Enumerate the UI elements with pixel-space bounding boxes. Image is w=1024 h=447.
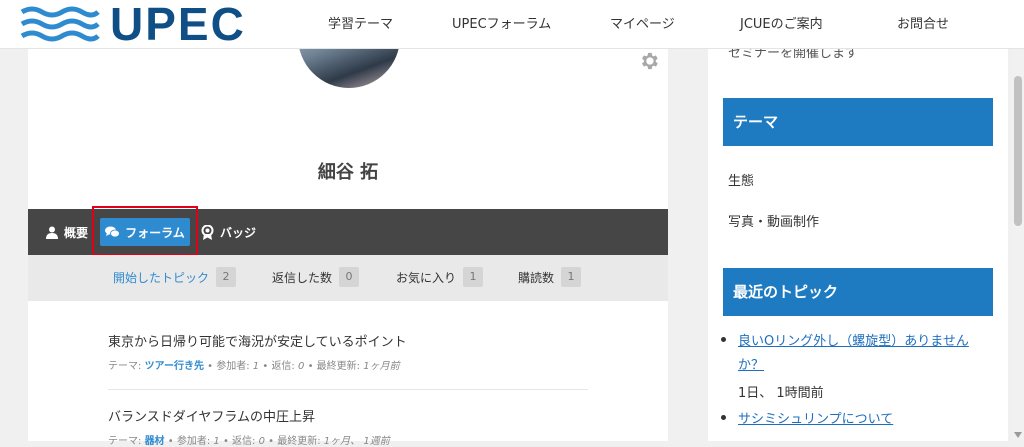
subnav-subscriptions-count: 1: [561, 267, 582, 287]
profile-main-panel: 細谷 拓 概要 フォーラム バッジ 開始したトピック 2 返信した数 0 お気に…: [28, 18, 668, 447]
topic-replies: 0: [258, 436, 265, 447]
topic-participants: 1: [252, 361, 260, 372]
subnav-replies-label: 返信した数: [272, 270, 333, 285]
sidebar: セミナーを開催します テーマ 生態 写真・動画制作 最近のトピック 良いOリング…: [708, 46, 1008, 441]
subnav-started-topics-label: 開始したトピック: [113, 270, 210, 285]
wave-logo-icon: [20, 6, 100, 42]
bullet: [721, 415, 726, 420]
topic-participants: 1: [213, 436, 220, 447]
tab-badges-label: バッジ: [220, 225, 257, 240]
recent-topic-link[interactable]: 良いOリング外し（螺旋型）ありませんか？: [738, 334, 969, 373]
nav-item-learning-themes[interactable]: 学習テーマ: [328, 13, 393, 32]
topic-updated: 1ヶ月前: [363, 361, 400, 372]
topic-theme-label: テーマ:: [108, 436, 145, 447]
meta-separator: •: [207, 361, 217, 372]
tab-overview[interactable]: 概要: [46, 209, 88, 255]
topic-updated-label: 最終更新:: [277, 436, 324, 447]
site-logo[interactable]: UPEC: [20, 0, 246, 50]
user-icon: [46, 226, 58, 239]
topic-updated-label: 最終更新:: [316, 361, 364, 372]
subnav-started-topics-count: 2: [216, 267, 237, 287]
topic-participants-label: 参加者:: [176, 436, 214, 447]
recent-topic-item: 良いOリング外し（螺旋型）ありませんか？ 1日、 1時間前: [721, 330, 988, 401]
subnav-favorites-label: お気に入り: [396, 270, 457, 285]
recent-topic-time: 1日、 1時間前: [738, 386, 824, 401]
meta-separator: •: [222, 436, 233, 447]
nav-item-jcue-info[interactable]: JCUEのご案内: [740, 13, 823, 32]
topic-meta: テーマ: 器材 • 参加者: 1 • 返信: 0 • 最終更新: 1ヶ月、 1週…: [108, 432, 588, 447]
topic-theme-label: テーマ:: [108, 361, 145, 372]
topic-theme-link[interactable]: 器材: [145, 436, 165, 447]
subnav-favorites[interactable]: お気に入り 1: [396, 267, 484, 287]
page-scrollbar[interactable]: [1012, 0, 1024, 441]
bullet: [721, 337, 726, 342]
topic-meta: テーマ: ツアー行き先 • 参加者: 1 • 返信: 0 • 最終更新: 1ヶ月…: [108, 357, 588, 372]
badge-icon: [201, 224, 214, 240]
subnav-replies[interactable]: 返信した数 0: [272, 267, 360, 287]
topic-replies: 0: [298, 361, 305, 372]
recent-topic-item: サシミシュリンプについて: [721, 408, 988, 432]
subnav-subscriptions[interactable]: 購読数 1: [518, 267, 582, 287]
subnav-subscriptions-label: 購読数: [518, 270, 555, 285]
nav-item-my-page[interactable]: マイページ: [610, 13, 675, 32]
divider: [108, 389, 588, 390]
list-item: 東京から日帰り可能で海況が安定しているポイント テーマ: ツアー行き先 • 参加…: [108, 331, 588, 372]
subnav-started-topics[interactable]: 開始したトピック 2: [113, 267, 237, 287]
topic-participants-label: 参加者:: [216, 361, 253, 372]
forum-subnav: 開始したトピック 2 返信した数 0 お気に入り 1 購読数 1: [28, 255, 668, 301]
sidebar-theme-heading: テーマ: [723, 98, 993, 146]
scrollbar-thumb[interactable]: [1014, 76, 1022, 226]
forum-tab-highlight: [92, 206, 198, 256]
subnav-favorites-count: 1: [463, 267, 484, 287]
topic-replies-label: 返信:: [271, 361, 298, 372]
meta-separator: •: [307, 361, 317, 372]
sidebar-theme-link[interactable]: 写真・動画制作: [728, 211, 819, 230]
nav-item-contact[interactable]: お問合せ: [897, 13, 949, 32]
meta-separator: •: [167, 436, 177, 447]
site-header: UPEC 学習テーマ UPECフォーラム マイページ JCUEのご案内 お問合せ: [0, 0, 1024, 49]
topic-title-link[interactable]: 東京から日帰り可能で海況が安定しているポイント: [108, 331, 588, 350]
meta-separator: •: [268, 436, 278, 447]
sidebar-theme-link[interactable]: 生態: [728, 170, 754, 189]
logo-text: UPEC: [110, 0, 246, 50]
topic-theme-link[interactable]: ツアー行き先: [145, 361, 204, 372]
subnav-replies-count: 0: [339, 267, 360, 287]
scroll-down-arrow-icon[interactable]: [1014, 432, 1022, 438]
topic-replies-label: 返信:: [232, 436, 259, 447]
gear-icon[interactable]: [638, 50, 660, 72]
tab-badges[interactable]: バッジ: [201, 209, 256, 255]
nav-item-upec-forum[interactable]: UPECフォーラム: [452, 13, 551, 32]
tab-overview-label: 概要: [64, 225, 89, 240]
topic-updated: 1ヶ月、 1週前: [323, 436, 390, 447]
topic-title-link[interactable]: バランスドダイヤフラムの中圧上昇: [108, 406, 588, 425]
sidebar-recent-heading: 最近のトピック: [723, 268, 993, 316]
profile-name: 細谷 拓: [317, 162, 379, 183]
recent-topic-link[interactable]: サシミシュリンプについて: [738, 412, 893, 427]
